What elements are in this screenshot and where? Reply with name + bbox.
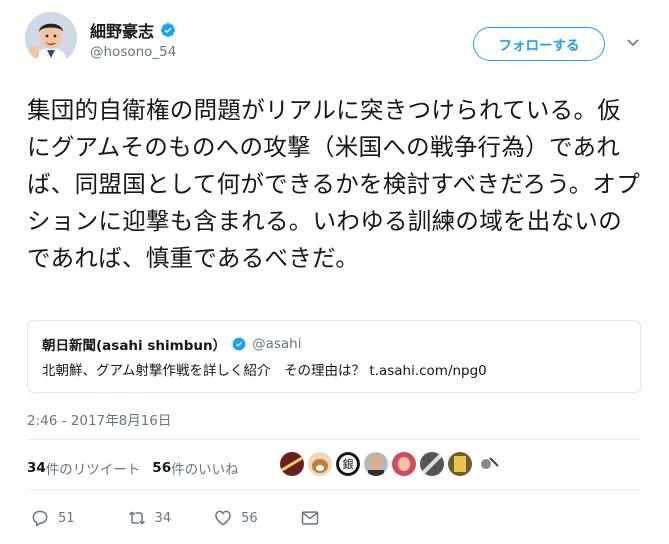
quoted-author-name: 朝日新聞(asahi shimbun）: [42, 338, 227, 354]
reply-count: 51: [58, 510, 75, 526]
likes-label[interactable]: 件のいいね: [171, 458, 239, 478]
like-action[interactable]: 56: [213, 508, 258, 528]
retweets-label[interactable]: 件のリツイート: [46, 458, 141, 478]
quoted-author-handle: @asahi: [252, 336, 302, 352]
liker-avatar[interactable]: [420, 452, 444, 476]
follow-button[interactable]: フォローする: [473, 27, 605, 61]
liker-avatar[interactable]: [364, 452, 388, 476]
divider: [27, 489, 641, 490]
liker-avatar[interactable]: 銀: [336, 452, 360, 476]
quoted-tweet-text: 北朝鮮、グアム射撃作戦を詳しく紹介 その理由は？ t.asahi.com/npg…: [42, 363, 487, 379]
liker-avatar[interactable]: [476, 452, 500, 476]
liker-avatar[interactable]: [392, 452, 416, 476]
divider: [27, 439, 641, 440]
liker-avatar[interactable]: [280, 452, 304, 476]
author-handle[interactable]: @hosono_54: [90, 44, 176, 60]
liker-avatar[interactable]: [448, 452, 472, 476]
author-name[interactable]: 細野豪志: [90, 18, 154, 42]
tweet-timestamp[interactable]: 2:46 - 2017年8月16日: [27, 409, 171, 429]
retweet-action[interactable]: 34: [127, 508, 172, 528]
message-action[interactable]: [300, 508, 320, 528]
retweet-icon[interactable]: [127, 508, 147, 528]
verified-badge-icon: [161, 23, 176, 37]
likes-count[interactable]: 56: [152, 460, 171, 476]
retweets-count[interactable]: 34: [27, 460, 46, 476]
chevron-down-icon[interactable]: [626, 37, 640, 49]
retweet-count: 34: [154, 510, 172, 526]
quoted-tweet[interactable]: 朝日新聞(asahi shimbun） @asahi 北朝鮮、グアム射撃作戦を詳…: [27, 320, 641, 393]
liker-avatar[interactable]: [308, 452, 332, 476]
like-icon[interactable]: [213, 508, 233, 528]
tweet-actions: 51 34 56: [30, 508, 320, 528]
engagement-stats: 34 件のリツイート 56 件のいいね: [27, 458, 239, 478]
reply-icon[interactable]: [30, 508, 50, 528]
verified-badge-icon: [232, 337, 246, 351]
message-icon[interactable]: [300, 508, 320, 528]
tweet-text: 集団的自衛権の問題がリアルに突きつけられている。仮にグアムそのものへの攻撃（米国…: [27, 96, 641, 272]
author-avatar[interactable]: [25, 12, 77, 64]
reply-action[interactable]: 51: [30, 508, 75, 528]
liker-avatars: 銀: [280, 452, 500, 476]
like-count: 56: [241, 510, 258, 526]
svg-text:銀: 銀: [343, 457, 354, 471]
